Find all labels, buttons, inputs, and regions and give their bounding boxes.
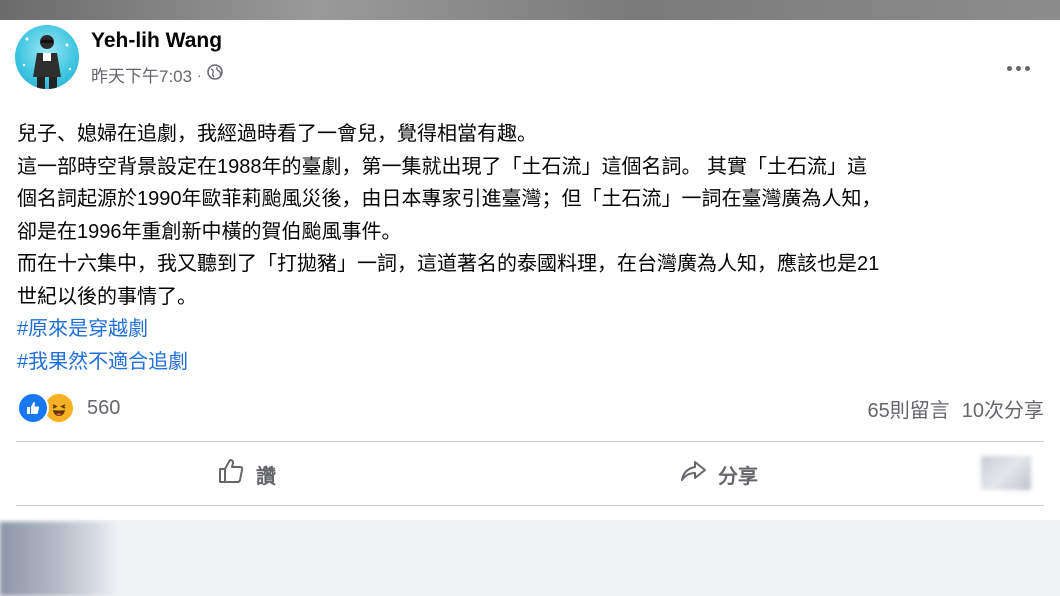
globe-icon <box>207 64 223 85</box>
share-button-label: 分享 <box>718 465 758 488</box>
divider <box>16 505 1044 506</box>
shares-count-link[interactable]: 10次分享 <box>962 394 1044 423</box>
engagement-stats: 65則留言 10次分享 <box>868 394 1045 423</box>
post-meta: 昨天下午7:03 · <box>91 62 223 87</box>
blurred-avatar-selector[interactable] <box>981 456 1031 490</box>
hashtag-link[interactable]: #我果然不適合追劇 <box>17 346 1047 379</box>
avatar-figure <box>22 35 72 89</box>
like-reaction-icon <box>17 392 49 424</box>
reactions-summary[interactable]: 560 <box>17 392 120 424</box>
post-body-line: 個名詞起源於1990年歐菲莉颱風災後，由日本專家引進臺灣；但「土石流」一詞在臺灣… <box>17 188 882 210</box>
comments-count-link[interactable]: 65則留言 <box>868 394 950 423</box>
top-background-strip <box>0 0 1060 20</box>
author-name[interactable]: Yeh-lih Wang <box>91 29 222 53</box>
like-button-label: 讚 <box>256 465 276 488</box>
avatar[interactable] <box>15 25 79 89</box>
post-body-line: 卻是在1996年重創新中橫的賀伯颱風事件。 <box>17 220 402 243</box>
post-body: 兒子、媳婦在追劇，我經過時看了一會兒，覺得相當有趣。 這一部時空背景設定在198… <box>17 118 1047 378</box>
hashtag-link[interactable]: #原來是穿越劇 <box>17 313 1047 346</box>
share-arrow-icon <box>678 456 708 492</box>
thumbs-up-icon <box>216 456 246 492</box>
share-button[interactable]: 分享 <box>678 454 758 494</box>
post-body-line: 而在十六集中，我又聽到了「打拋豬」一詞，這道著名的泰國料理，在台灣廣為人知，應該… <box>17 253 880 275</box>
reaction-count: 560 <box>87 396 121 419</box>
post-timestamp[interactable]: 昨天下午7:03 <box>91 62 192 87</box>
bottom-background <box>0 520 1060 596</box>
post-body-line: 世紀以後的事情了。 <box>17 285 197 308</box>
like-button[interactable]: 讚 <box>216 454 276 494</box>
blurred-corner <box>0 522 120 596</box>
post-body-line: 兒子、媳婦在追劇，我經過時看了一會兒，覺得相當有趣。 <box>17 123 537 145</box>
more-options-icon[interactable] <box>1003 56 1033 80</box>
divider <box>16 441 1044 442</box>
meta-separator: · <box>197 66 202 83</box>
post-body-line: 這一部時空背景設定在1988年的臺劇，第一集就出現了「土石流」這個名詞。 其實「… <box>17 155 868 178</box>
